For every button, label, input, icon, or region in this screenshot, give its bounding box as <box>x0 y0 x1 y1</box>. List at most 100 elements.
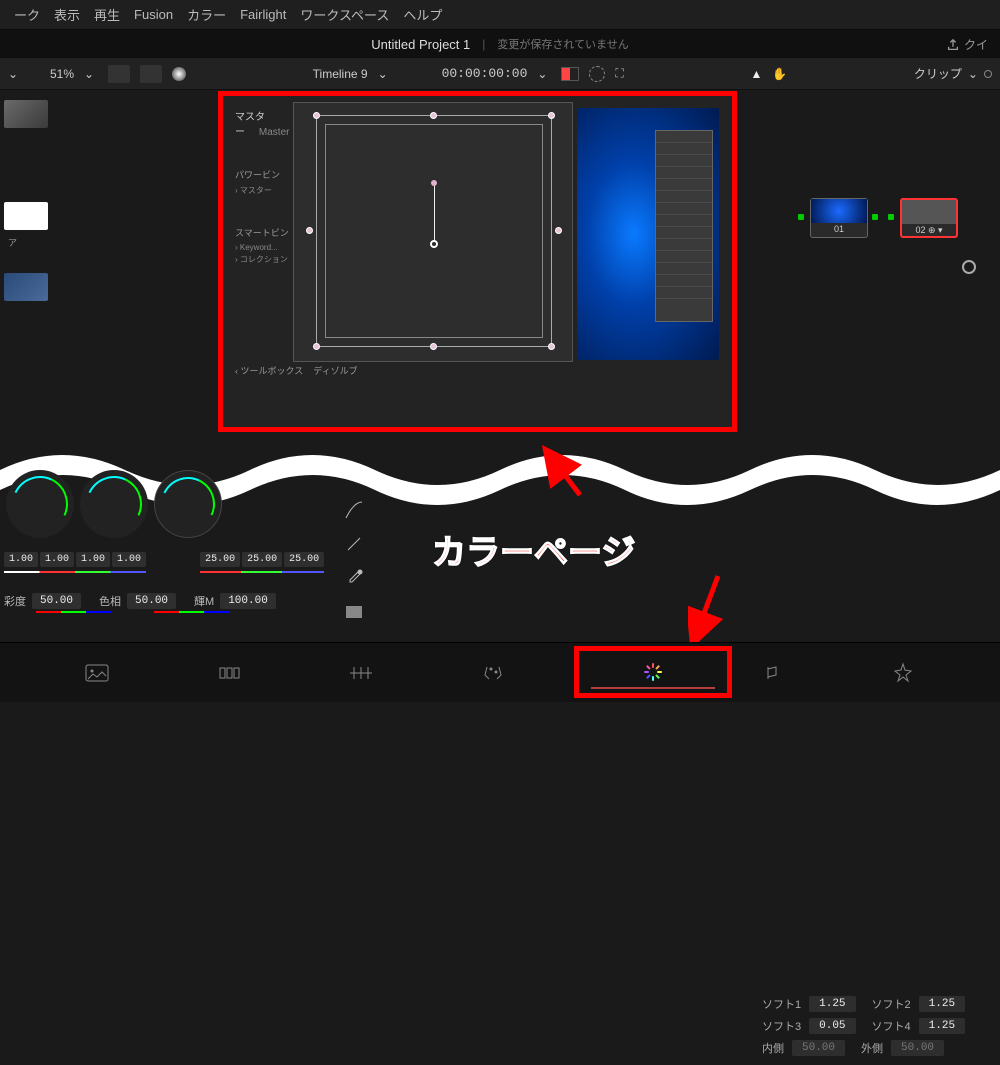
rect-tool-icon[interactable] <box>340 598 368 626</box>
outside-label: 外側 <box>861 1040 883 1056</box>
value-field[interactable]: 25.00 <box>284 552 324 567</box>
curve-tool-icon[interactable] <box>340 496 368 524</box>
resize-handle[interactable] <box>313 112 320 119</box>
resize-handle[interactable] <box>548 343 555 350</box>
color-wheel[interactable] <box>6 470 74 538</box>
qualifier-tools <box>340 490 420 632</box>
deliver-page-button[interactable] <box>880 655 926 691</box>
value-field[interactable]: 1.00 <box>4 552 38 567</box>
lum-label: 輝M <box>194 593 214 609</box>
node-01[interactable]: 01 <box>810 198 868 238</box>
media-thumb[interactable] <box>4 202 48 230</box>
project-title-bar: Untitled Project 1 | 変更が保存されていません クイ <box>0 30 1000 58</box>
annotation-label: カラーページ <box>432 525 635 574</box>
expand-icon[interactable]: ⛶ <box>615 66 623 81</box>
node-preview <box>577 108 719 360</box>
line-tool-icon[interactable] <box>340 530 368 558</box>
menu-item[interactable]: 再生 <box>94 5 120 24</box>
toolbar-timecode[interactable]: 00:00:00:00 <box>442 66 528 81</box>
clip-dropdown[interactable]: クリップ ⌄ <box>914 65 992 82</box>
soft4-value[interactable]: 1.25 <box>919 1018 965 1034</box>
annotation-arrow <box>688 570 738 650</box>
main-menu-bar: ーク 表示 再生 Fusion カラー Fairlight ワークスペース ヘル… <box>0 0 1000 30</box>
soft2-value[interactable]: 1.25 <box>919 996 965 1012</box>
save-status: 変更が保存されていません <box>497 36 628 52</box>
page-navigation <box>0 642 1000 702</box>
chevron-down-icon[interactable]: ⌄ <box>84 67 98 81</box>
hue-label: 色相 <box>99 593 121 609</box>
bypass-icon[interactable] <box>589 66 605 82</box>
menu-item[interactable]: Fusion <box>134 7 173 22</box>
resize-handle[interactable] <box>555 227 562 234</box>
timeline-name[interactable]: Timeline 9 <box>313 67 368 81</box>
value-field[interactable]: 1.00 <box>112 552 146 567</box>
scope-icon[interactable] <box>172 67 186 81</box>
fairlight-page-button[interactable] <box>748 655 794 691</box>
hand-icon[interactable]: ✋ <box>772 67 787 81</box>
share-icon <box>946 38 960 52</box>
annotation-arrow <box>540 445 590 505</box>
viewer-toolbar: ⌄ 51% ⌄ Timeline 9 ⌄ 00:00:00:00 ⌄ ⛶ ▲ ✋… <box>0 58 1000 90</box>
menu-item[interactable]: カラー <box>187 5 226 24</box>
grid-button[interactable] <box>140 65 162 83</box>
chevron-down-icon[interactable]: ⌄ <box>378 67 392 81</box>
pointer-icon[interactable]: ▲ <box>750 67 762 81</box>
node-option[interactable] <box>962 260 976 274</box>
value-field[interactable]: 1.00 <box>76 552 110 567</box>
eyedropper-icon[interactable] <box>340 564 368 592</box>
media-thumbnails: ア <box>0 100 60 307</box>
media-page-button[interactable] <box>74 655 120 691</box>
color-wheel[interactable] <box>80 470 148 538</box>
center-handle[interactable] <box>430 240 438 248</box>
soft1-value[interactable]: 1.25 <box>809 996 855 1012</box>
soft4-label: ソフト4 <box>872 1018 911 1034</box>
cut-page-button[interactable] <box>206 655 252 691</box>
color-wheel[interactable] <box>154 470 222 538</box>
value-field[interactable]: 25.00 <box>200 552 240 567</box>
menu-item[interactable]: 表示 <box>54 5 80 24</box>
project-title: Untitled Project 1 <box>371 37 470 52</box>
hue-value[interactable]: 50.00 <box>127 593 176 609</box>
layout-button[interactable] <box>108 65 130 83</box>
inside-value[interactable]: 50.00 <box>792 1040 845 1056</box>
edit-page-button[interactable] <box>338 655 384 691</box>
softness-panel: ソフト11.25 ソフト21.25 ソフト30.05 ソフト41.25 内側50… <box>762 996 992 1062</box>
soft3-label: ソフト3 <box>762 1018 801 1034</box>
zoom-level[interactable]: 51% <box>50 67 74 81</box>
viewer-window: マスター Master パワービン › マスター スマートビン › Keywor… <box>223 96 732 427</box>
outside-value[interactable]: 50.00 <box>891 1040 944 1056</box>
menu-item[interactable]: Fairlight <box>240 7 286 22</box>
node-graph[interactable]: 01 02 ⊕ ▾ <box>792 190 992 270</box>
resize-handle[interactable] <box>306 227 313 234</box>
color-wheel-icon <box>644 663 662 681</box>
soft2-label: ソフト2 <box>872 996 911 1012</box>
soft1-label: ソフト1 <box>762 996 801 1012</box>
chevron-down-icon[interactable]: ⌄ <box>537 67 551 81</box>
resize-handle[interactable] <box>548 112 555 119</box>
context-menu[interactable] <box>655 130 713 322</box>
media-thumb[interactable] <box>4 100 48 128</box>
menu-item[interactable]: ーク <box>14 5 40 24</box>
color-wheels-panel: 1.00 1.00 1.00 1.00 25.00 25.00 25.00 <box>0 490 330 613</box>
media-thumb[interactable] <box>4 273 48 301</box>
value-field[interactable]: 1.00 <box>40 552 74 567</box>
soft3-value[interactable]: 0.05 <box>809 1018 855 1034</box>
share-button[interactable]: クイ <box>946 36 988 53</box>
saturation-value[interactable]: 50.00 <box>32 593 81 609</box>
resize-handle[interactable] <box>313 343 320 350</box>
lum-value[interactable]: 100.00 <box>220 593 276 609</box>
saturation-label: 彩度 <box>4 593 26 609</box>
value-field[interactable]: 25.00 <box>242 552 282 567</box>
resize-handle[interactable] <box>430 343 437 350</box>
record-icon[interactable] <box>561 67 579 81</box>
menu-item[interactable]: ヘルプ <box>403 5 442 24</box>
menu-item[interactable]: ワークスペース <box>300 5 389 24</box>
resize-handle[interactable] <box>430 112 437 119</box>
chevron-down-icon: ⌄ <box>968 67 978 81</box>
power-window-rect[interactable] <box>316 115 552 347</box>
fusion-page-button[interactable] <box>470 655 516 691</box>
annotation-red-box-color-page <box>574 646 732 698</box>
viewer-canvas[interactable] <box>293 102 573 362</box>
node-02[interactable]: 02 ⊕ ▾ <box>900 198 958 238</box>
chevron-down-icon[interactable]: ⌄ <box>8 67 22 81</box>
